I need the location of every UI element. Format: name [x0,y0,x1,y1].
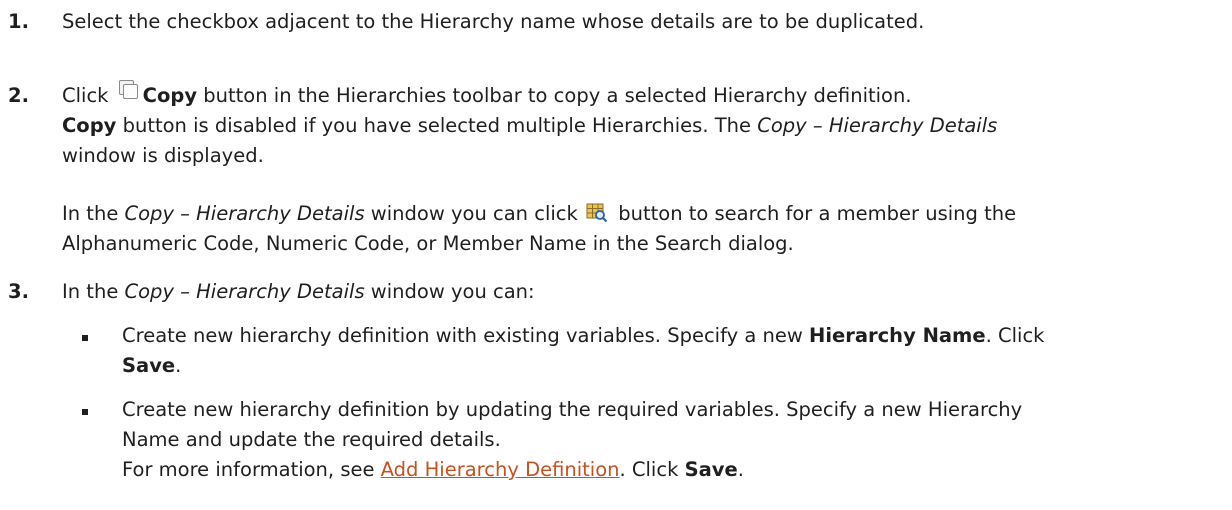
bullet-text: . [737,458,744,481]
step-text: window you can click [364,202,578,225]
copy-icon [117,78,139,100]
window-name: Copy – Hierarchy Details [124,280,365,303]
step-text: Alphanumeric Code, Numeric Code, or Memb… [62,232,794,255]
bullet-marker [82,409,88,415]
bullet-line: Name and update the required details. [122,426,1222,454]
step-text: button is disabled if you have selected … [116,114,758,137]
step-text: In the [62,202,125,225]
add-hierarchy-definition-link[interactable]: Add Hierarchy Definition [381,458,620,481]
bullet-text: For more information, see [122,458,381,481]
bullet-text: . Click [619,458,685,481]
bullet-text: Create new hierarchy definition with exi… [122,324,809,347]
step-text: window is displayed. [62,144,264,167]
hierarchy-name-label: Hierarchy Name [809,324,986,347]
window-name: Copy – Hierarchy Details [757,114,998,137]
step-line: In the Copy – Hierarchy Details window y… [62,278,1222,306]
bullet-text: . Click [985,324,1045,347]
bullet-line: Create new hierarchy definition by updat… [122,396,1222,424]
save-label: Save [122,354,176,377]
step-text: Click [62,84,109,107]
step-text: Select the checkbox adjacent to the Hier… [62,10,925,33]
step-number: 2. [8,84,29,107]
step-text: window you can: [364,280,535,303]
step-text: button in the Hierarchies toolbar to cop… [197,84,912,107]
copy-label: Copy [62,114,117,137]
copy-label: Copy [142,84,198,107]
bullet-line: For more information, see Add Hierarchy … [122,456,1222,484]
document-page: 1. Select the checkbox adjacent to the H… [0,0,1232,510]
member-search-icon [586,203,608,223]
step-line: In the Copy – Hierarchy Details window y… [62,200,1222,228]
window-name: Copy – Hierarchy Details [124,202,365,225]
bullet-line: Save. [122,352,1222,380]
step-text: In the [62,280,125,303]
step-text: button to search for a member using the [618,202,1017,225]
step-line: Alphanumeric Code, Numeric Code, or Memb… [62,230,1222,258]
bullet-text: . [175,354,182,377]
step-number: 1. [8,10,29,33]
bullet-marker [82,335,88,341]
bullet-text: Name and update the required details. [122,428,501,451]
save-label: Save [684,458,738,481]
step-line: Copy button is disabled if you have sele… [62,112,1222,140]
step-line: Click Copy button in the Hierarchies too… [62,80,1222,110]
step-number: 3. [8,280,29,303]
bullet-text: Create new hierarchy definition by updat… [122,398,1023,421]
bullet-line: Create new hierarchy definition with exi… [122,322,1222,350]
step-line: window is displayed. [62,142,1222,170]
